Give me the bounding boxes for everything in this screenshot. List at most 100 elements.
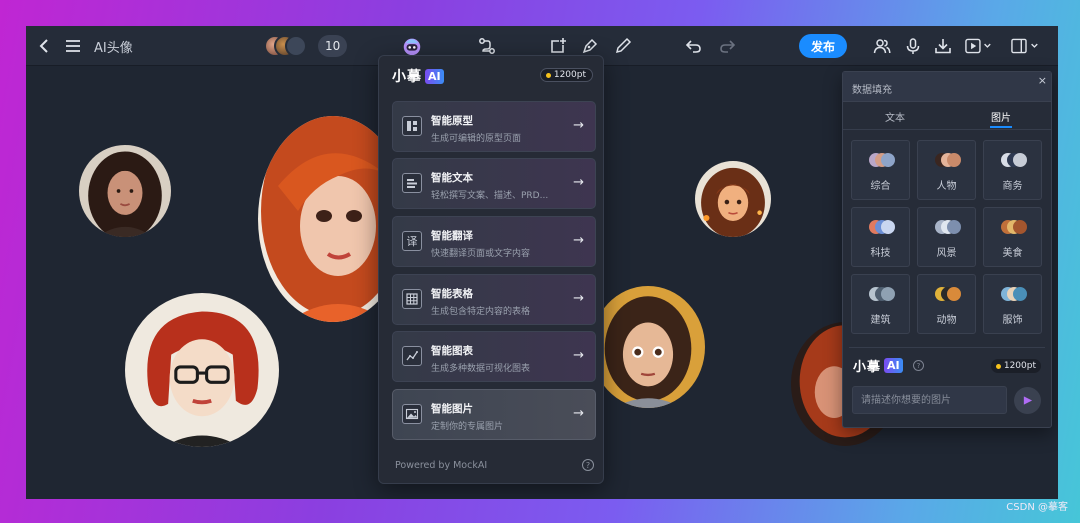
- category-thumbnail: [1000, 218, 1028, 236]
- add-frame-icon[interactable]: [547, 35, 569, 57]
- portrait-image[interactable]: [695, 161, 771, 237]
- divider: [843, 129, 1051, 130]
- tab-active-indicator: [990, 126, 1012, 128]
- undo-icon[interactable]: [683, 35, 705, 57]
- portrait-image[interactable]: [591, 286, 705, 408]
- app-window: AI头像 10 发布 小摹 AI 1200pt 智能原型 生成可编辑的原型页面 …: [26, 26, 1058, 499]
- ai-item-title: 智能表格: [431, 288, 473, 300]
- ai-item-title: 智能图片: [431, 403, 473, 415]
- category-business[interactable]: 商务: [983, 140, 1042, 200]
- ai-badge: AI: [425, 68, 444, 84]
- collaborator-count[interactable]: 10: [318, 35, 348, 57]
- category-label: 科技: [870, 248, 891, 259]
- coin-icon: [995, 363, 1001, 369]
- ai-item-title: 智能原型: [431, 115, 473, 127]
- ai-item-image[interactable]: 智能图片 定制你的专属图片 →: [392, 389, 596, 440]
- panel-title: 数据填充: [852, 85, 892, 96]
- close-icon[interactable]: ×: [1038, 74, 1047, 87]
- category-food[interactable]: 美食: [983, 207, 1042, 267]
- people-icon[interactable]: [871, 35, 893, 57]
- category-label: 风景: [936, 248, 957, 259]
- points-value: 1200pt: [1003, 361, 1036, 371]
- ai-item-prototype[interactable]: 智能原型 生成可编辑的原型页面 →: [392, 101, 596, 152]
- help-icon[interactable]: ?: [913, 360, 924, 371]
- category-thumbnail: [934, 151, 962, 169]
- brand-name: 小摹: [392, 69, 422, 85]
- layout-icon[interactable]: [1009, 35, 1043, 57]
- publish-button[interactable]: 发布: [799, 34, 847, 58]
- category-label: 动物: [936, 315, 957, 326]
- ai-item-desc: 定制你的专属图片: [431, 422, 504, 432]
- category-label: 商务: [1002, 181, 1023, 192]
- tab-text[interactable]: 文本: [885, 109, 905, 124]
- avatar: [285, 35, 307, 57]
- pencil-icon[interactable]: [612, 35, 634, 57]
- image-prompt-input[interactable]: [852, 386, 1007, 414]
- ai-item-desc: 生成可编辑的原型页面: [431, 134, 522, 144]
- arrow-right-icon: →: [573, 233, 584, 248]
- back-icon[interactable]: [34, 35, 56, 57]
- category-thumbnail: [868, 151, 896, 169]
- category-label: 综合: [870, 181, 891, 192]
- panel-header: 数据填充 ×: [843, 72, 1051, 102]
- data-fill-panel: 数据填充 × 文本 图片 综合 人物 商务 科技 风景 美食 建筑 动物 服饰 …: [842, 71, 1052, 428]
- download-icon[interactable]: [932, 35, 954, 57]
- category-clothing[interactable]: 服饰: [983, 274, 1042, 334]
- category-people[interactable]: 人物: [917, 140, 976, 200]
- arrow-right-icon: →: [573, 348, 584, 363]
- watermark: CSDN @摹客: [1006, 502, 1068, 513]
- send-button[interactable]: [1014, 387, 1041, 414]
- category-thumbnail: [1000, 285, 1028, 303]
- ai-item-desc: 生成包含特定内容的表格: [431, 307, 531, 317]
- portrait-image[interactable]: [79, 145, 171, 237]
- pen-icon[interactable]: [579, 35, 601, 57]
- points-badge: 1200pt: [990, 359, 1041, 373]
- category-label: 服饰: [1002, 315, 1023, 326]
- category-thumbnail: [1000, 151, 1028, 169]
- ai-item-table[interactable]: 智能表格 生成包含特定内容的表格 →: [392, 274, 596, 325]
- category-tech[interactable]: 科技: [851, 207, 910, 267]
- category-general[interactable]: 综合: [851, 140, 910, 200]
- ai-item-title: 智能翻译: [431, 230, 473, 242]
- ai-item-title: 智能文本: [431, 172, 473, 184]
- category-thumbnail: [868, 285, 896, 303]
- category-animal[interactable]: 动物: [917, 274, 976, 334]
- category-architecture[interactable]: 建筑: [851, 274, 910, 334]
- arrow-right-icon: →: [573, 406, 584, 421]
- category-label: 人物: [936, 181, 957, 192]
- ai-item-translate[interactable]: 译 智能翻译 快速翻译页面或文字内容 →: [392, 216, 596, 267]
- ai-item-desc: 生成多种数据可视化图表: [431, 364, 531, 374]
- tab-image[interactable]: 图片: [991, 109, 1011, 124]
- ai-badge: AI: [884, 358, 903, 373]
- mic-icon[interactable]: [902, 35, 924, 57]
- category-label: 美食: [1002, 248, 1023, 259]
- divider: [849, 347, 1045, 348]
- flow-icon[interactable]: [476, 35, 498, 57]
- table-icon: [402, 289, 422, 309]
- points-value: 1200pt: [553, 70, 586, 80]
- arrow-right-icon: →: [573, 291, 584, 306]
- portrait-image[interactable]: [125, 293, 279, 447]
- ai-item-chart[interactable]: 智能图表 生成多种数据可视化图表 →: [392, 331, 596, 382]
- category-scenery[interactable]: 风景: [917, 207, 976, 267]
- document-title[interactable]: AI头像: [94, 37, 133, 56]
- play-icon[interactable]: [963, 35, 995, 57]
- ai-item-desc: 快速翻译页面或文字内容: [431, 249, 531, 259]
- brand-name: 小摹: [853, 360, 882, 375]
- powered-by-text: Powered by MockAI: [395, 460, 488, 471]
- image-icon: [402, 404, 422, 424]
- points-badge: 1200pt: [539, 68, 593, 82]
- chart-icon: [402, 346, 422, 366]
- ai-item-text[interactable]: 智能文本 轻松撰写文案、描述、PRD... →: [392, 158, 596, 209]
- prototype-icon: [402, 116, 422, 136]
- coin-icon: [545, 72, 551, 78]
- menu-icon[interactable]: [62, 35, 84, 57]
- send-icon: [1023, 396, 1033, 405]
- category-thumbnail: [868, 218, 896, 236]
- help-icon[interactable]: ?: [582, 459, 594, 471]
- redo-icon[interactable]: [716, 35, 738, 57]
- ai-item-title: 智能图表: [431, 345, 473, 357]
- ai-item-desc: 轻松撰写文案、描述、PRD...: [431, 191, 549, 201]
- ai-brand-logo: 小摹 AI: [853, 356, 903, 375]
- category-thumbnail: [934, 285, 962, 303]
